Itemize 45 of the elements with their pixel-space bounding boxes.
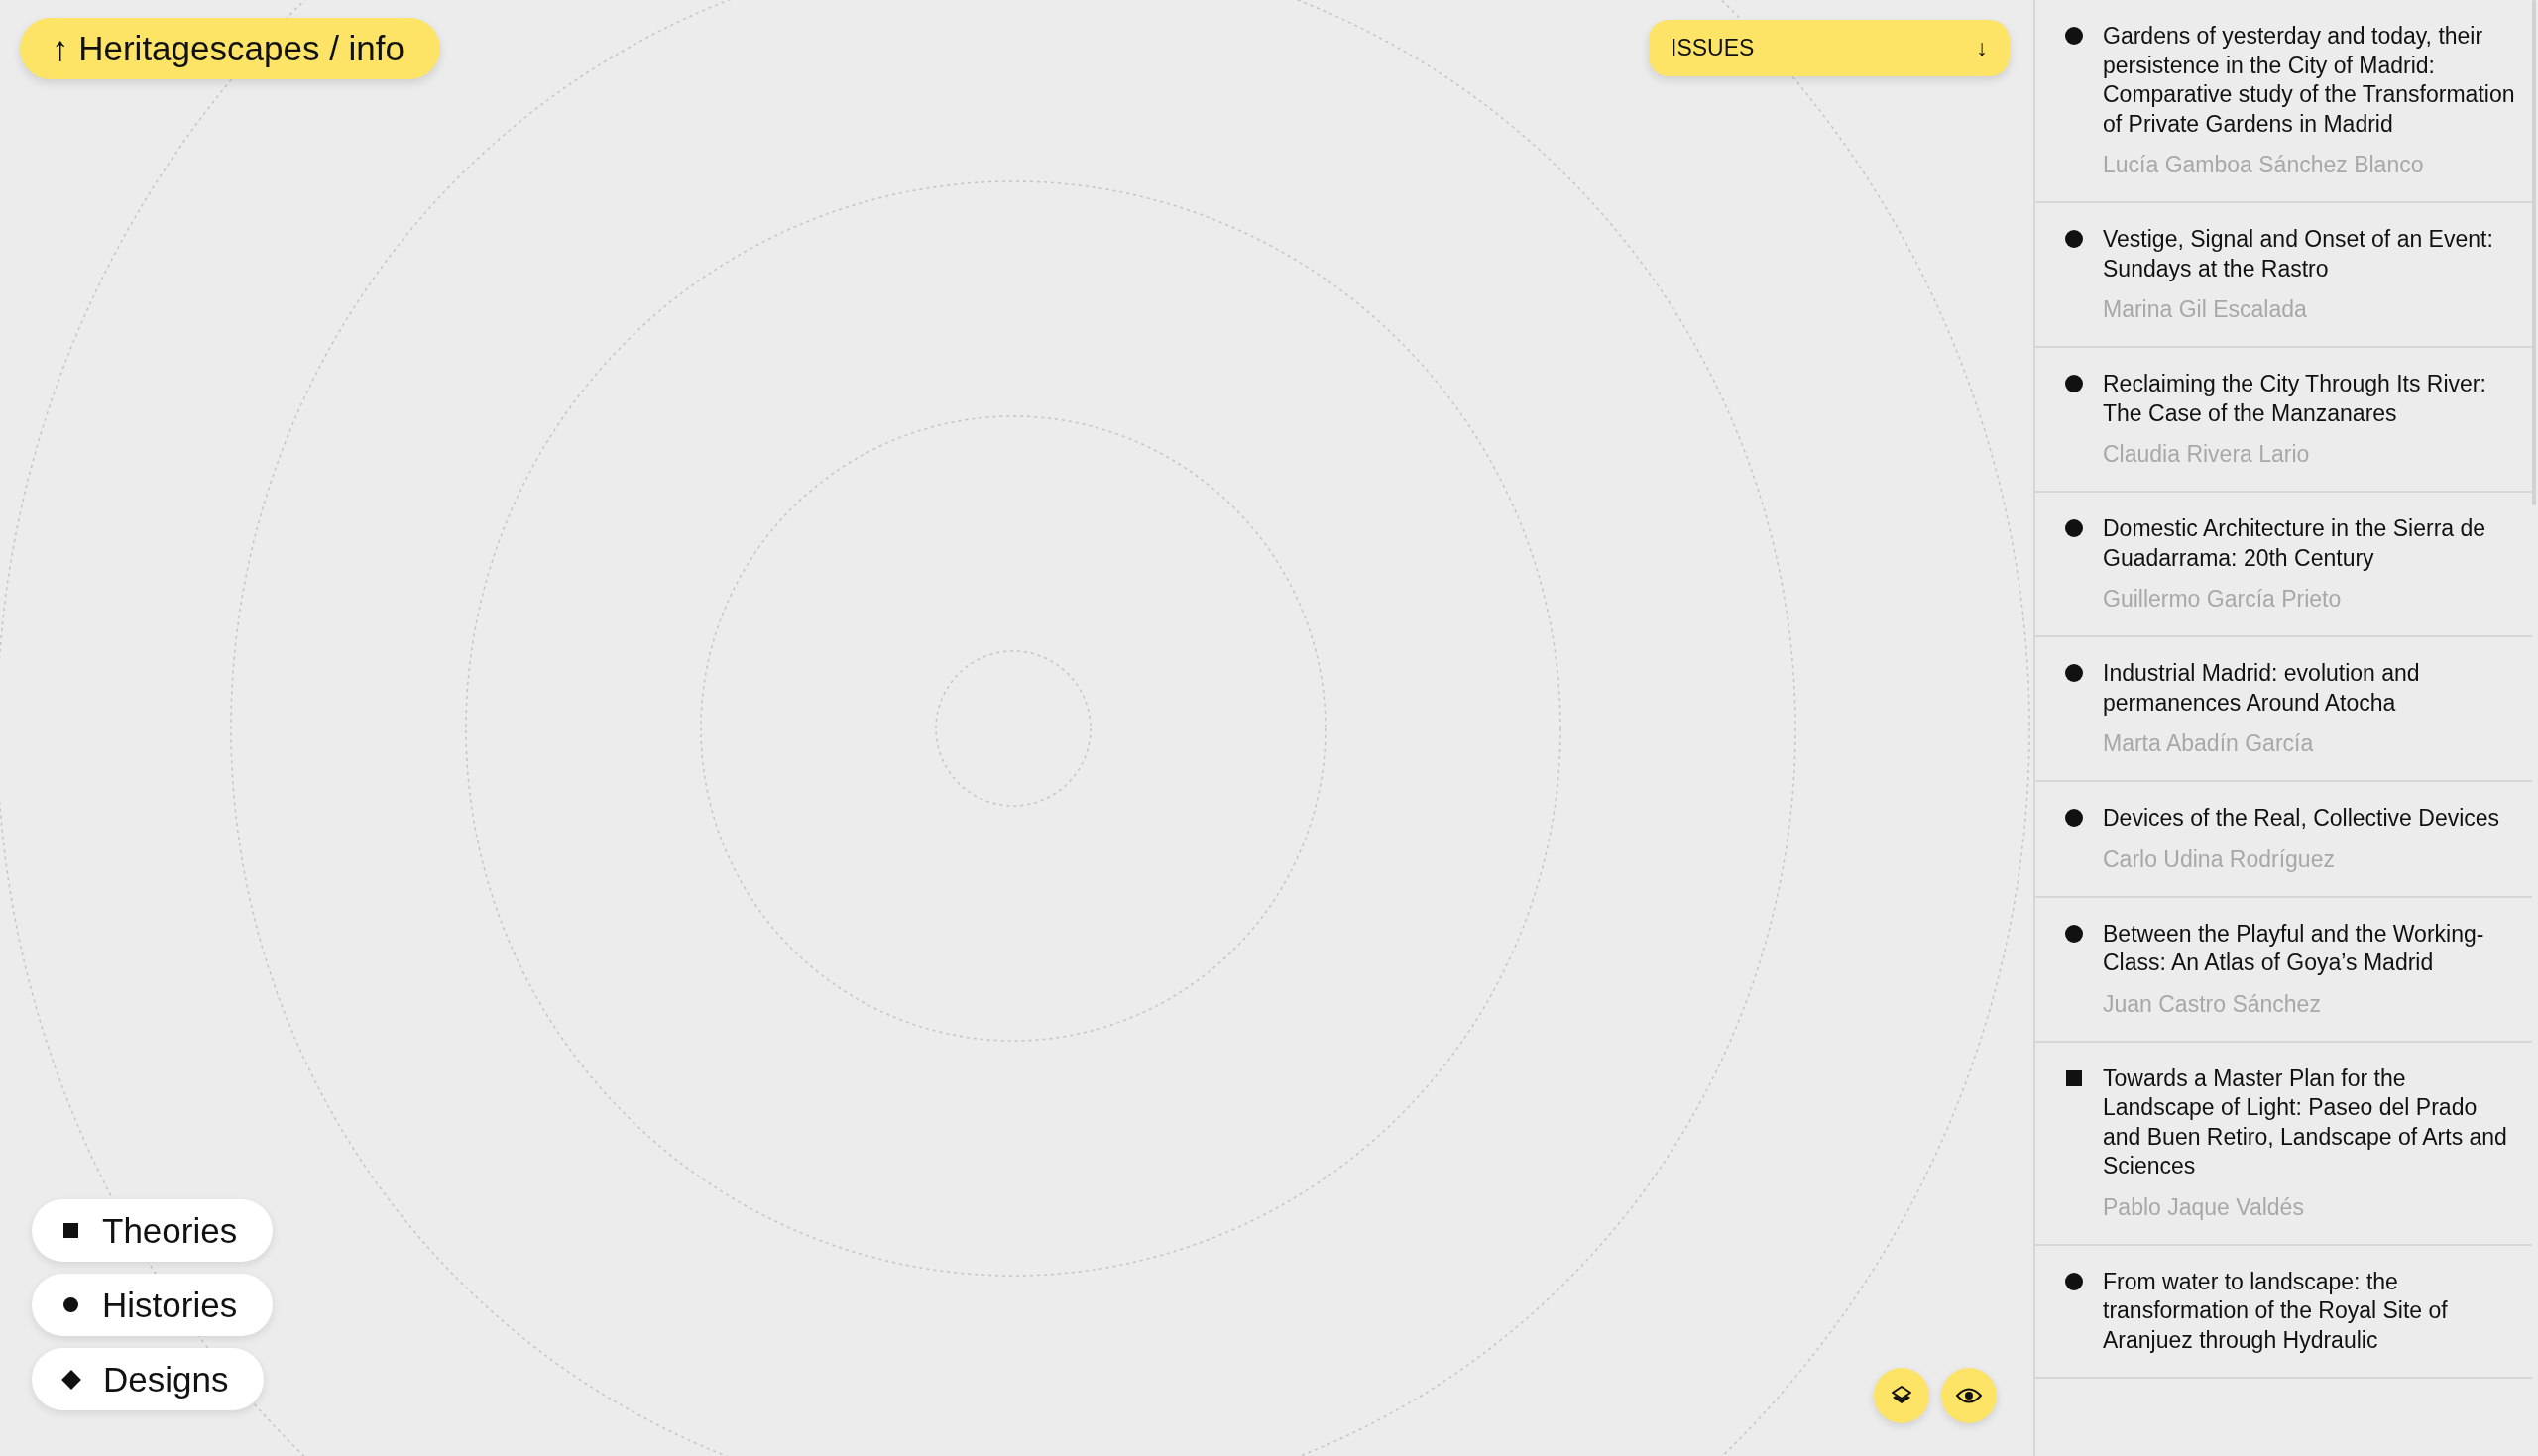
article-title: Domestic Architecture in the Sierra de Guadarrama: 20th Century: [2103, 514, 2487, 573]
article-item[interactable]: Industrial Madrid: evolution and permanences Around Atocha Marta Abadín García: [2035, 637, 2532, 782]
circle-icon: [2065, 924, 2083, 943]
article-item[interactable]: Devices of the Real, Collective Devices Carlo Udina Rodríguez: [2035, 782, 2532, 898]
article-item[interactable]: Towards a Master Plan for the Landscape of Light: Paseo del Prado and Buen Retiro, Landscape of Arts and Sciences Pablo Jaque Valdés: [2035, 1042, 2532, 1246]
home-link[interactable]: ↑ Heritagescapes / info: [20, 18, 440, 79]
article-author: Marina Gil Escalada: [2103, 295, 2308, 324]
article-item[interactable]: Domestic Architecture in the Sierra de Guadarrama: 20th Century Guillermo García Prieto: [2035, 493, 2532, 637]
article-author: Lucía Gamboa Sánchez Blanco: [2103, 151, 2425, 179]
article-title: Between the Playful and the Working-Class: An Atlas of Goya’s Madrid: [2103, 919, 2485, 977]
article-author: Juan Castro Sánchez: [2103, 989, 2322, 1019]
article-title: Gardens of yesterday and today, their persistence in the City of Madrid: Comparative study of the Transformation of Private Gardens in Madrid: [2103, 22, 2516, 139]
article-title: From water to landscape: the transformation of the Royal Site of Aranjuez through Hydraulic: [2103, 1267, 2449, 1355]
circle-icon: [63, 1297, 78, 1312]
circle-icon: [2065, 27, 2083, 45]
article-title: Industrial Madrid: evolution and permanences Around Atocha: [2103, 659, 2421, 718]
visibility-button[interactable]: [1941, 1368, 1997, 1423]
circle-icon: [2065, 1272, 2083, 1290]
article-author: Guillermo García Prieto: [2103, 585, 2343, 614]
circle-icon: [2065, 375, 2083, 392]
circle-icon: [2065, 809, 2083, 827]
article-item[interactable]: Between the Playful and the Working-Class: An Atlas of Goya’s Madrid Juan Castro Sánchez: [2035, 897, 2532, 1043]
article-title: Devices of the Real, Collective Devices: [2103, 804, 2500, 833]
square-icon: [2066, 1069, 2082, 1086]
category-filter[interactable]: Designs: [32, 1348, 265, 1410]
article-item[interactable]: From water to landscape: the transformation of the Royal Site of Aranjuez through Hydraulic: [2035, 1245, 2532, 1379]
article-item[interactable]: Reclaiming the City Through Its River: The Case of the Manzanares Claudia Rivera Lario: [2035, 348, 2532, 493]
article-item[interactable]: Gardens of yesterday and today, their persistence in the City of Madrid: Comparative study of the Transformation of Private Gardens in Madrid Lucía Gamboa Sánchez Blanco: [2035, 0, 2532, 203]
article-author: Marta Abadín García: [2103, 729, 2315, 758]
article-item[interactable]: Vestige, Signal and Onset of an Event: Sundays at the Rastro Marina Gil Escalada: [2035, 203, 2532, 348]
layers-button[interactable]: [1874, 1368, 1929, 1423]
category-filter[interactable]: Histories: [32, 1274, 274, 1336]
article-title: Reclaiming the City Through Its River: The Case of the Manzanares: [2103, 370, 2487, 428]
category-filter[interactable]: Theories: [32, 1199, 274, 1262]
article-author: Pablo Jaque Valdés: [2103, 1192, 2305, 1222]
eye-icon: [1956, 1387, 1982, 1404]
article-title: Vestige, Signal and Onset of an Event: Sundays at the Rastro: [2103, 225, 2494, 283]
circle-icon: [2065, 664, 2083, 682]
circle-icon: [2065, 519, 2083, 537]
circle-icon: [2065, 230, 2083, 248]
article-author: Carlo Udina Rodríguez: [2103, 844, 2336, 874]
square-icon: [63, 1223, 78, 1238]
article-title: Towards a Master Plan for the Landscape of Light: Paseo del Prado and Buen Retiro, Landscape of Arts and Sciences: [2103, 1064, 2508, 1180]
article-author: Claudia Rivera Lario: [2103, 440, 2311, 469]
issues-dropdown[interactable]: ISSUES ↓: [1649, 20, 2010, 76]
